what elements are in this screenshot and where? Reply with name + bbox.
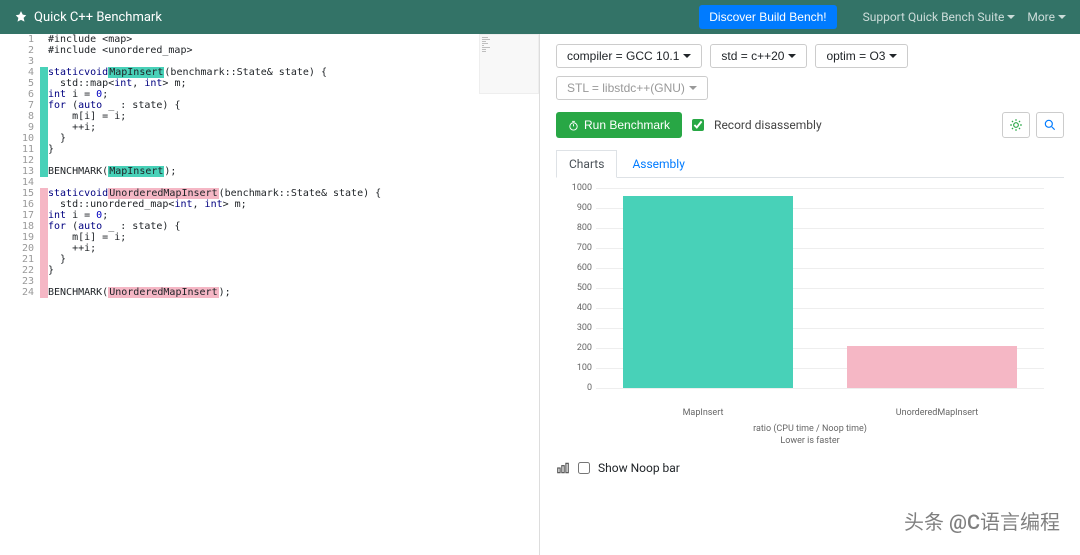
gear-ce-icon: [1009, 118, 1023, 132]
navbar: Quick C++ Benchmark Discover Build Bench…: [0, 0, 1080, 34]
chevron-down-icon: [1058, 15, 1066, 19]
chart-bar[interactable]: [847, 346, 1017, 388]
stl-select[interactable]: STL = libstdc++(GNU): [556, 76, 708, 100]
rocket-icon: [14, 10, 28, 24]
record-disassembly-checkbox[interactable]: [692, 119, 704, 131]
chevron-down-icon: [683, 54, 691, 58]
run-button-label: Run Benchmark: [584, 118, 670, 132]
show-noop-checkbox[interactable]: [578, 462, 590, 474]
code-content[interactable]: #include <map>#include <unordered_map>st…: [40, 34, 381, 298]
chart-bar[interactable]: [623, 196, 793, 388]
brand-text: Quick C++ Benchmark: [34, 10, 162, 25]
chart-x-label: MapInsert: [586, 408, 820, 418]
run-benchmark-button[interactable]: Run Benchmark: [556, 112, 682, 138]
chart-x-label: UnorderedMapInsert: [820, 408, 1054, 418]
line-gutter: 123456789101112131415161718192021222324: [0, 34, 40, 298]
benchmark-chart: 01002003004005006007008009001000: [566, 188, 1054, 408]
more-link[interactable]: More: [1027, 10, 1066, 24]
discover-build-bench-button[interactable]: Discover Build Bench!: [699, 5, 836, 29]
chevron-down-icon: [889, 54, 897, 58]
open-compiler-explorer-button[interactable]: [1002, 112, 1030, 138]
chart-icon: [556, 461, 570, 475]
chart-title: ratio (CPU time / Noop time)Lower is fas…: [556, 424, 1064, 447]
code-editor[interactable]: 123456789101112131415161718192021222324 …: [0, 34, 540, 555]
record-disassembly-label: Record disassembly: [714, 118, 822, 132]
results-pane: compiler = GCC 10.1 std = c++20 optim = …: [540, 34, 1080, 555]
stopwatch-icon: [568, 120, 579, 131]
brand[interactable]: Quick C++ Benchmark: [14, 10, 162, 25]
chevron-down-icon: [788, 54, 796, 58]
chevron-down-icon: [689, 86, 697, 90]
tab-charts[interactable]: Charts: [556, 150, 617, 178]
result-tabs: Charts Assembly: [556, 150, 1064, 178]
share-button[interactable]: [1036, 112, 1064, 138]
chevron-down-icon: [1007, 15, 1015, 19]
support-link[interactable]: Support Quick Bench Suite: [863, 10, 1016, 24]
show-noop-label: Show Noop bar: [598, 461, 680, 475]
tab-assembly[interactable]: Assembly: [619, 150, 697, 177]
std-select[interactable]: std = c++20: [710, 44, 807, 68]
compiler-select[interactable]: compiler = GCC 10.1: [556, 44, 702, 68]
optim-select[interactable]: optim = O3: [815, 44, 908, 68]
minimap[interactable]: ▬▬▬▬▬▬▬▬▬▬▬▬▬▬▬▬▬▬▬▬▬: [479, 34, 539, 94]
magnify-icon: [1043, 118, 1057, 132]
